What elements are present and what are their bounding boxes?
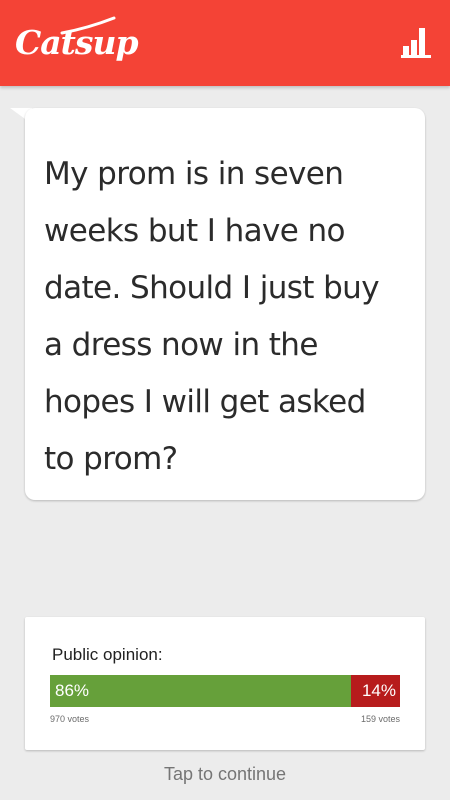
logo-swash: [60, 16, 116, 35]
opinion-bar: 86% 14%: [50, 675, 400, 707]
public-opinion-card: Public opinion: 86% 14% 970 votes 159 vo…: [25, 617, 425, 750]
bar-chart-icon[interactable]: [401, 26, 431, 58]
bubble-body: My prom is in seven weeks but I have no …: [25, 108, 425, 500]
yes-segment: 86%: [50, 675, 351, 707]
question-bubble: My prom is in seven weeks but I have no …: [10, 108, 425, 500]
yes-votes-count: 970 votes: [50, 714, 90, 724]
question-text: My prom is in seven weeks but I have no …: [44, 156, 380, 477]
no-segment: 14%: [351, 675, 400, 707]
tap-to-continue[interactable]: Tap to continue: [0, 764, 450, 785]
opinion-title: Public opinion:: [52, 645, 163, 664]
no-votes-count: 159 votes: [360, 714, 400, 724]
app-bar: Catsup: [0, 0, 450, 86]
